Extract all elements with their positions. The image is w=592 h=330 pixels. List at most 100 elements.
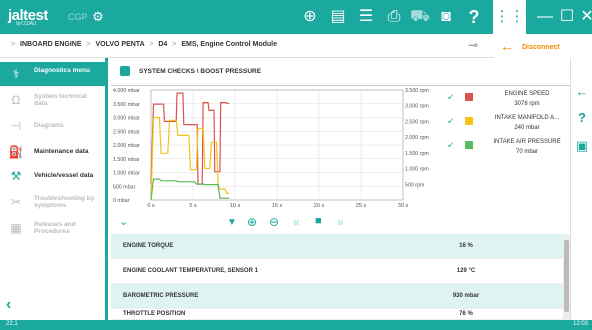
zoom-in-icon[interactable]: ⊕	[247, 215, 257, 229]
chart-controls: ⌄ ▼ ⊕ ⊖ « ■ »	[111, 212, 570, 234]
y-left-tick-label: 4.000 mbar	[113, 88, 140, 94]
legend-name: INTAKE MANIFOLD A...	[494, 115, 560, 121]
diagram-icon: ⊣	[10, 119, 22, 133]
sidebar-item-label: System technical data	[34, 93, 88, 107]
disconnect-label: Disconnect	[522, 44, 560, 51]
document-icon: ▦	[10, 221, 22, 235]
breadcrumb-item[interactable]: VOLVO PENTA	[96, 41, 145, 48]
param-value: 129 °C	[456, 268, 476, 274]
table-scrollbar[interactable]	[563, 234, 570, 320]
status-clock: 12:03	[572, 321, 588, 327]
help-question-icon[interactable]: ?	[574, 110, 590, 125]
legend-checkbox[interactable]: ✓	[447, 116, 455, 127]
document-export-icon[interactable]: ▣	[574, 138, 590, 154]
camera-icon[interactable]: ◙	[436, 7, 456, 27]
app-logo: jaltest by COJALI	[8, 7, 48, 27]
back-chevron-icon[interactable]: ‹	[6, 296, 11, 314]
table-row[interactable]: ENGINE TORQUE 16 %	[111, 234, 563, 259]
close-button[interactable]: ✕	[576, 0, 592, 34]
print-icon[interactable]: ⎙	[384, 7, 404, 27]
sidebar-item-label: Diagnostics menu	[34, 67, 90, 74]
y-right-tick-label: 2.000 rpm	[405, 135, 429, 141]
table-row[interactable]: ENGINE COOLANT TEMPERATURE, SENSOR 1 129…	[111, 259, 563, 284]
sidebar-item-label: Releases and Procedures	[34, 221, 76, 235]
table-row[interactable]: BAROMETRIC PRESSURE 930 mbar	[111, 284, 563, 309]
y-left-tick-label: 3.500 mbar	[113, 102, 140, 108]
legend-row-intake-air-pressure: ✓ INTAKE AIR PRESSURE 70 mbar	[447, 138, 577, 164]
ohm-icon: Ω	[11, 93, 21, 107]
zoom-out-icon[interactable]: ⊖	[269, 215, 279, 229]
right-action-bar: ← ? ▣	[570, 58, 592, 320]
sidebar-item-diagrams[interactable]: ⊣ Diagrams	[0, 114, 105, 138]
y-left-tick-label: 500 mbar	[113, 184, 136, 190]
expand-chevron-icon[interactable]: ⌄	[119, 215, 128, 228]
status-version: 22.1	[6, 321, 18, 327]
arrow-left-icon: ←	[500, 38, 514, 54]
legend-row-intake-manifold: ✓ INTAKE MANIFOLD A... 240 mbar	[447, 114, 577, 140]
param-value: 76 %	[459, 311, 473, 317]
scrollbar-thumb[interactable]	[564, 240, 569, 312]
y-right-tick-label: 500 rpm	[405, 182, 425, 188]
sidebar-item-maintenance-data[interactable]: ⛽ Maintenance data	[0, 140, 105, 164]
sidebar-item-system-technical-data[interactable]: Ω System technical data	[0, 88, 105, 112]
back-arrow-icon[interactable]: ←	[574, 84, 590, 99]
breadcrumb-chevron-icon: >	[149, 41, 154, 48]
param-name: ENGINE TORQUE	[123, 243, 174, 249]
breadcrumb-item[interactable]: D4	[158, 41, 167, 48]
help-icon[interactable]: ?	[464, 7, 484, 27]
x-tick-label: 20 s	[314, 203, 325, 209]
x-tick-label: 15 s	[272, 203, 283, 209]
product-name: CGP	[68, 12, 88, 22]
legend-checkbox[interactable]: ✓	[447, 140, 455, 151]
filter-icon[interactable]: ▼	[227, 217, 237, 228]
breadcrumb-item[interactable]: EMS, Engine Control Module	[181, 41, 277, 48]
sidebar-item-releases[interactable]: ▦ Releases and Procedures	[0, 216, 105, 240]
checks-icon	[120, 66, 130, 76]
x-tick-label: 0 s	[147, 203, 155, 209]
panel-title-bar: SYSTEM CHECKS \ BOOST PRESSURE	[111, 58, 570, 86]
parameters-table: ENGINE TORQUE 16 % ENGINE COOLANT TEMPER…	[111, 234, 563, 320]
forward-icon[interactable]: »	[337, 215, 344, 229]
sidebar-item-diagnostics-menu[interactable]: ⚕ Diagnostics menu	[0, 62, 105, 86]
table-row[interactable]: THROTTLE POSITION 76 %	[111, 309, 563, 320]
y-right-tick-label: 2.500 rpm	[405, 119, 429, 125]
sidebar-item-label: Vehicle/vessel data	[34, 172, 94, 179]
x-tick-label: 25 s	[356, 203, 367, 209]
brand-sub: by COJALI	[16, 21, 36, 27]
globe-icon[interactable]: ⊕	[300, 7, 320, 27]
y-left-tick-label: 1.000 mbar	[113, 171, 140, 177]
disconnect-button[interactable]: ← Disconnect	[494, 34, 592, 58]
breadcrumb: > INBOARD ENGINE > VOLVO PENTA > D4 > EM…	[8, 41, 277, 48]
sidebar-item-troubleshooting[interactable]: ✂ Troubleshooting by symptoms	[0, 190, 105, 214]
maximize-button[interactable]: ☐	[556, 0, 578, 34]
breadcrumb-item[interactable]: INBOARD ENGINE	[20, 41, 81, 48]
param-value: 16 %	[459, 243, 473, 249]
top-bar: jaltest by COJALI CGP ⚙ ⊕ ▤ ☰ ⎙ ⛟ ◙ ? ⋮⋮…	[0, 0, 592, 34]
truck-icon[interactable]: ⛟	[410, 7, 430, 27]
legend-swatch	[465, 141, 473, 149]
y-left-tick-label: 3.000 mbar	[113, 116, 140, 122]
param-name: BAROMETRIC PRESSURE	[123, 293, 199, 299]
tools-icon: ✂	[10, 195, 22, 209]
stop-icon[interactable]: ■	[315, 215, 322, 227]
y-right-tick-label: 3.000 rpm	[405, 104, 429, 110]
rewind-icon[interactable]: «	[293, 215, 300, 229]
sidebar-item-vehicle-vessel-data[interactable]: ⚒ Vehicle/vessel data	[0, 164, 105, 188]
sidebar: ⚕ Diagnostics menu Ω System technical da…	[0, 58, 108, 320]
param-name: THROTTLE POSITION	[123, 311, 186, 317]
apps-grid-icon[interactable]: ⋮⋮	[493, 0, 526, 34]
breadcrumb-chevron-icon: >	[11, 41, 16, 48]
status-bar: 22.1 12:03	[0, 320, 592, 330]
y-left-tick-label: 1.500 mbar	[113, 157, 140, 163]
param-value: 930 mbar	[452, 293, 480, 299]
legend-row-engine-speed: ✓ ENGINE SPEED 3078 rpm	[447, 90, 577, 116]
list-icon[interactable]: ☰	[356, 7, 376, 27]
report-icon[interactable]: ▤	[328, 7, 348, 27]
vehicle-group-icon[interactable]: ⚙	[88, 7, 108, 27]
y-left-tick-label: 2.500 mbar	[113, 129, 140, 135]
legend-value: 3078 rpm	[514, 101, 540, 107]
minimize-button[interactable]: —	[534, 0, 556, 34]
x-tick-label: 10 s	[230, 203, 241, 209]
x-tick-label: 5 s	[189, 203, 197, 209]
legend-checkbox[interactable]: ✓	[447, 92, 455, 103]
